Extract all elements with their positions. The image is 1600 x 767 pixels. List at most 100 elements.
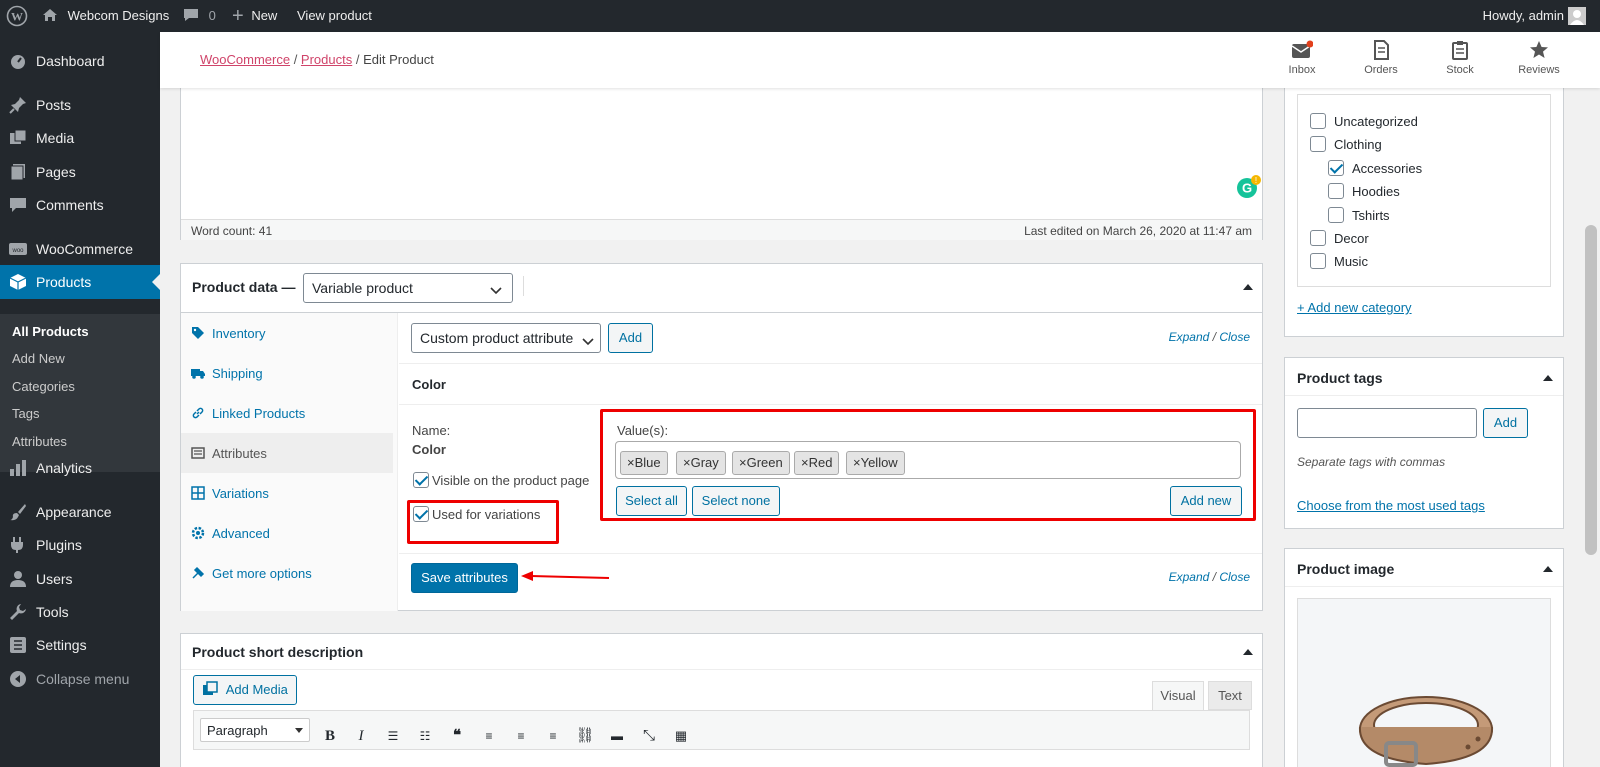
sidebar-item-woocommerce[interactable]: woo WooCommerce	[0, 232, 160, 266]
sidebar-label-analytics: Analytics	[36, 460, 93, 476]
category-checkbox-uncategorized[interactable]	[1310, 113, 1326, 129]
product-image-thumbnail[interactable]	[1297, 598, 1551, 767]
woocommerce-header: WooCommerce / Products / Edit Product In…	[160, 32, 1600, 88]
submenu-categories[interactable]: Categories	[12, 379, 75, 394]
header-orders-button[interactable]: Orders	[1351, 38, 1411, 76]
header-inbox-button[interactable]: Inbox	[1272, 38, 1332, 76]
breadcrumb-woocommerce-link[interactable]: WooCommerce	[200, 52, 290, 67]
tab-advanced[interactable]: Advanced	[181, 513, 393, 553]
blockquote-icon[interactable]: ❝	[447, 726, 467, 746]
category-label: Music	[1334, 254, 1368, 269]
expand-link[interactable]: Expand	[1169, 330, 1210, 344]
sidebar-item-collapse[interactable]: Collapse menu	[0, 662, 160, 696]
category-checkbox-clothing[interactable]	[1310, 136, 1326, 152]
fullscreen-icon[interactable]: ⤡	[639, 726, 659, 746]
sidebar-label-comments: Comments	[36, 197, 104, 213]
panel-collapse-arrow-icon[interactable]	[1243, 649, 1253, 655]
new-link[interactable]: + New	[232, 0, 277, 32]
add-tag-button[interactable]: Add	[1483, 408, 1528, 438]
sidebar-item-analytics[interactable]: Analytics	[0, 451, 160, 485]
tag-input[interactable]	[1297, 408, 1477, 438]
howdy-user[interactable]: Howdy, admin	[1483, 0, 1564, 32]
italic-icon[interactable]: I	[351, 726, 371, 746]
sidebar-item-media[interactable]: Media	[0, 121, 160, 155]
tab-attributes[interactable]: Attributes	[181, 433, 393, 473]
align-center-icon[interactable]: ≡	[511, 726, 531, 746]
category-checkbox-hoodies[interactable]	[1328, 183, 1344, 199]
align-left-icon[interactable]: ≡	[479, 726, 499, 746]
submenu-attributes[interactable]: Attributes	[12, 434, 67, 449]
align-right-icon[interactable]: ≡	[543, 726, 563, 746]
sidebar-item-posts[interactable]: Posts	[0, 88, 160, 122]
link-icon[interactable]: ⛓	[575, 726, 595, 746]
sidebar-item-appearance[interactable]: Appearance	[0, 495, 160, 529]
tab-inventory[interactable]: Inventory	[181, 313, 393, 353]
sidebar-item-users[interactable]: Users	[0, 562, 160, 596]
header-reviews-button[interactable]: Reviews	[1509, 38, 1569, 76]
current-menu-arrow	[152, 274, 160, 290]
panel-collapse-arrow-icon[interactable]	[1243, 284, 1253, 290]
star-icon	[1530, 41, 1548, 58]
categories-panel: Uncategorized Clothing Accessories Hoodi…	[1284, 70, 1564, 337]
tab-variations[interactable]: Variations	[181, 473, 393, 513]
tab-linked-products[interactable]: Linked Products	[181, 393, 393, 433]
category-checklist: Uncategorized Clothing Accessories Hoodi…	[1297, 94, 1551, 287]
category-checkbox-accessories[interactable]	[1328, 160, 1344, 176]
header-stock-button[interactable]: Stock	[1430, 38, 1490, 76]
submenu-add-new[interactable]: Add New	[12, 351, 65, 366]
page-scrollbar[interactable]	[1585, 225, 1597, 555]
format-select[interactable]: Paragraph	[200, 718, 310, 742]
tab-label-shipping: Shipping	[212, 366, 263, 381]
numbered-list-icon[interactable]: ☷	[415, 726, 435, 746]
product-type-select[interactable]: Variable product	[303, 273, 513, 303]
category-label: Uncategorized	[1334, 114, 1418, 129]
add-attribute-button[interactable]: Add	[608, 323, 653, 353]
avatar[interactable]	[1568, 7, 1586, 25]
sidebar-label-media: Media	[36, 130, 75, 146]
submenu-tags[interactable]: Tags	[12, 406, 39, 421]
sidebar-item-products[interactable]: Products	[0, 265, 160, 299]
tab-shipping[interactable]: Shipping	[181, 353, 393, 393]
bullet-list-icon[interactable]: ☰	[383, 726, 403, 746]
read-more-icon[interactable]: ▬	[607, 726, 627, 746]
breadcrumb-separator: /	[355, 52, 364, 67]
grammarly-icon[interactable]: G!	[1237, 175, 1261, 199]
category-checkbox-music[interactable]	[1310, 253, 1326, 269]
bold-icon[interactable]: B	[320, 726, 340, 746]
category-checkbox-decor[interactable]	[1310, 230, 1326, 246]
attribute-type-select[interactable]: Custom product attribute	[411, 323, 601, 353]
most-used-tags-link[interactable]: Choose from the most used tags	[1297, 498, 1485, 513]
close-link[interactable]: Close	[1219, 570, 1250, 584]
visible-on-page-checkbox[interactable]	[413, 472, 429, 488]
category-checkbox-tshirts[interactable]	[1328, 207, 1344, 223]
panel-collapse-arrow-icon[interactable]	[1543, 375, 1553, 381]
panel-collapse-arrow-icon[interactable]	[1543, 566, 1553, 572]
site-name-link[interactable]: Webcom Designs	[42, 0, 169, 32]
tab-visual[interactable]: Visual	[1152, 681, 1204, 710]
save-attributes-button[interactable]: Save attributes	[411, 563, 518, 593]
add-new-category-link[interactable]: + Add new category	[1297, 300, 1412, 315]
sidebar-label-settings: Settings	[36, 637, 87, 653]
comments-link[interactable]: 0	[183, 0, 216, 32]
sidebar-item-settings[interactable]: Settings	[0, 628, 160, 662]
add-media-button[interactable]: Add Media	[193, 675, 297, 705]
sidebar-item-dashboard[interactable]: Dashboard	[0, 44, 160, 78]
toolbar-toggle-icon[interactable]: ▦	[671, 726, 691, 746]
tab-get-more-options[interactable]: Get more options	[181, 553, 393, 593]
attribute-heading-row[interactable]: Color	[399, 363, 1262, 405]
close-link[interactable]: Close	[1219, 330, 1250, 344]
submenu-all-products[interactable]: All Products	[12, 324, 89, 339]
expand-link[interactable]: Expand	[1169, 570, 1210, 584]
tab-text[interactable]: Text	[1208, 681, 1252, 710]
sidebar-item-plugins[interactable]: Plugins	[0, 528, 160, 562]
wordpress-logo-icon[interactable]: W	[6, 0, 30, 32]
view-product-link[interactable]: View product	[297, 0, 372, 32]
sidebar-item-comments[interactable]: Comments	[0, 188, 160, 222]
sidebar-item-pages[interactable]: Pages	[0, 155, 160, 189]
highlight-used-for-variations	[407, 500, 559, 544]
breadcrumb-products-link[interactable]: Products	[301, 52, 352, 67]
sidebar-label-tools: Tools	[36, 604, 69, 620]
divider	[181, 669, 1262, 670]
editor-content-area[interactable]	[181, 89, 1262, 201]
sidebar-item-tools[interactable]: Tools	[0, 595, 160, 629]
